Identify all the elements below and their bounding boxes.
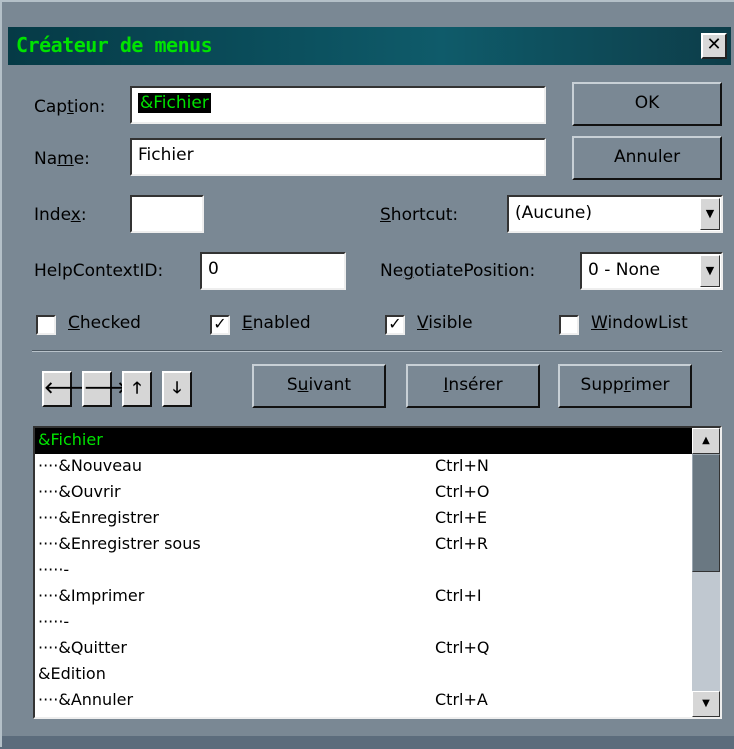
list-item[interactable]: &Fichier	[35, 428, 692, 454]
arrow-left-icon: 🡐	[44, 378, 87, 397]
negotiate-value: 0 - None	[588, 260, 661, 280]
list-item-caption: ····&Nouveau	[38, 456, 142, 475]
list-item[interactable]: ····&Annuler Ctrl+A	[35, 688, 692, 714]
list-item-shortcut: Ctrl+A	[435, 690, 488, 709]
close-icon: ✕	[706, 34, 722, 55]
supprimer-button[interactable]: Supprimer	[558, 364, 692, 408]
shortcut-label: Shortcut:	[380, 205, 459, 225]
annuler-button[interactable]: Annuler	[572, 136, 722, 180]
visible-checkbox[interactable]: ✓	[385, 315, 405, 335]
list-item-caption: ····&Annuler	[38, 690, 134, 709]
list-item-caption: &Edition	[38, 664, 106, 683]
separator	[32, 350, 722, 352]
list-item-shortcut: Ctrl+I	[435, 586, 482, 605]
vertical-scrollbar[interactable]: ▲ ▼	[692, 428, 720, 717]
visible-label: Visible	[417, 313, 473, 333]
enabled-checkbox[interactable]: ✓	[210, 315, 230, 335]
close-button[interactable]: ✕	[701, 33, 727, 59]
scroll-down-icon[interactable]: ▼	[692, 691, 720, 717]
scroll-up-icon[interactable]: ▲	[692, 428, 720, 454]
list-item-caption: ····&Enregistrer sous	[38, 534, 201, 553]
inserer-button[interactable]: Insérer	[406, 364, 540, 408]
list-item[interactable]: ····&Enregistrer Ctrl+E	[35, 506, 692, 532]
list-item[interactable]: &Edition	[35, 662, 692, 688]
list-item-caption: ·····-	[38, 560, 70, 579]
list-item[interactable]: ····&Imprimer Ctrl+I	[35, 584, 692, 610]
shortcut-combo[interactable]: (Aucune) ▼	[507, 195, 723, 233]
move-up-button[interactable]: 🡑	[122, 371, 152, 407]
helpcontext-input[interactable]: 0	[200, 252, 346, 290]
menu-list[interactable]: &Fichier ····&Nouveau Ctrl+N ····&Ouvrir Ctr…	[33, 426, 722, 719]
title-bar[interactable]: Créateur de menus ✕	[8, 27, 731, 65]
shortcut-value: (Aucune)	[515, 203, 593, 223]
list-item-shortcut: Ctrl+R	[435, 534, 488, 553]
arrow-up-icon: 🡑	[132, 378, 142, 397]
list-item-caption: ·····-	[38, 612, 70, 631]
move-right-button[interactable]: 🡒	[82, 371, 127, 407]
suivant-button[interactable]: Suivant	[252, 364, 386, 408]
list-item[interactable]: ·····-	[35, 610, 692, 636]
list-item-shortcut: Ctrl+Q	[435, 638, 490, 657]
windowlist-checkbox[interactable]	[559, 315, 579, 335]
list-item[interactable]: ····&Ouvrir Ctrl+O	[35, 480, 692, 506]
chevron-down-icon[interactable]: ▼	[700, 198, 720, 230]
window-title: Créateur de menus	[16, 33, 213, 57]
menu-editor-dialog: Créateur de menus ✕ Caption: &Fichier OK…	[0, 0, 734, 749]
list-item-shortcut: Ctrl+O	[435, 482, 490, 501]
list-item-shortcut: Ctrl+E	[435, 508, 487, 527]
list-item-shortcut: Ctrl+N	[435, 456, 489, 475]
name-input[interactable]: Fichier	[130, 138, 546, 176]
windowlist-label: WindowList	[591, 313, 688, 333]
list-item[interactable]: ·····-	[35, 558, 692, 584]
negotiate-combo[interactable]: 0 - None ▼	[580, 252, 723, 290]
negotiate-label: NegotiatePosition:	[380, 261, 536, 281]
caption-label: Caption:	[34, 97, 106, 117]
chevron-down-icon[interactable]: ▼	[700, 255, 720, 287]
bottom-strip	[2, 736, 734, 749]
index-label: Index:	[34, 205, 87, 225]
arrow-right-icon: 🡒	[84, 378, 127, 397]
list-item-caption: ····&Enregistrer	[38, 508, 159, 527]
move-left-button[interactable]: 🡐	[42, 371, 87, 407]
caption-input[interactable]: &Fichier	[130, 86, 546, 124]
index-input[interactable]	[130, 195, 204, 233]
checked-checkbox[interactable]	[36, 315, 56, 335]
helpcontext-label: HelpContextID:	[34, 261, 164, 281]
list-item[interactable]: ····&Quitter Ctrl+Q	[35, 636, 692, 662]
list-item[interactable]: ····&Nouveau Ctrl+N	[35, 454, 692, 480]
checked-label: Checked	[68, 313, 141, 333]
ok-button[interactable]: OK	[572, 82, 722, 126]
move-down-button[interactable]: 🡓	[162, 371, 192, 407]
enabled-label: Enabled	[242, 313, 311, 333]
arrow-down-icon: 🡓	[172, 378, 182, 397]
scroll-thumb[interactable]	[692, 454, 720, 572]
list-item-caption: &Fichier	[38, 430, 103, 449]
list-item-caption: ····&Imprimer	[38, 586, 145, 605]
list-item[interactable]: ····&Enregistrer sous Ctrl+R	[35, 532, 692, 558]
list-item-caption: ····&Quitter	[38, 638, 127, 657]
name-label: Name:	[34, 149, 90, 169]
list-item-caption: ····&Ouvrir	[38, 482, 121, 501]
